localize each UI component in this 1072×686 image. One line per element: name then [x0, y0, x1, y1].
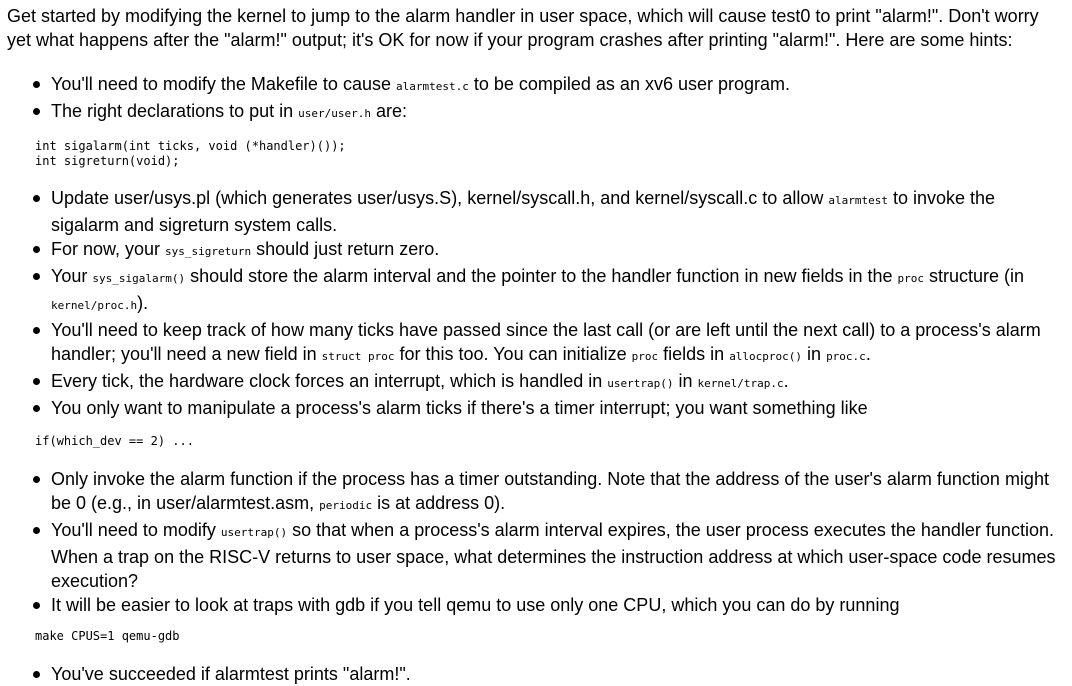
hint-sigalarm-fields: Your sys_sigalarm() should store the ala…	[33, 264, 1067, 318]
hint-declarations: The right declarations to put in user/us…	[33, 99, 1067, 126]
hint-text: Your	[51, 266, 93, 286]
hint-text: .	[783, 371, 789, 391]
inline-code: kernel/proc.h	[51, 299, 138, 312]
hint-text: You only want to manipulate a process's …	[51, 398, 868, 418]
hint-text: For now, your	[51, 239, 166, 259]
hint-text: ).	[137, 293, 149, 313]
inline-code: user/user.h	[298, 107, 371, 120]
hint-sigreturn-zero: For now, your sys_sigreturn should just …	[33, 237, 1067, 264]
hints-list-continued: Update user/usys.pl (which generates use…	[7, 186, 1067, 420]
hint-text: for this too. You can initialize	[394, 344, 632, 364]
hint-text: It will be easier to look at traps with …	[51, 595, 900, 615]
inline-code: allocproc()	[729, 350, 803, 363]
hint-invoke-alarm: Only invoke the alarm function if the pr…	[33, 467, 1067, 518]
hints-list: You'll need to modify the Makefile to ca…	[7, 72, 1067, 126]
inline-code: proc	[897, 272, 925, 285]
hint-update-usys: Update user/usys.pl (which generates use…	[33, 186, 1067, 237]
hint-success: You've succeeded if alarmtest prints "al…	[33, 662, 1067, 686]
hint-text: in	[673, 371, 698, 391]
inline-code: proc.c	[826, 350, 866, 363]
hint-text: You'll need to modify the Makefile to ca…	[51, 74, 396, 94]
hint-text: Only invoke the alarm function if the pr…	[51, 469, 1049, 513]
inline-code: usertrap()	[220, 526, 288, 539]
inline-code: sys_sigalarm()	[92, 272, 186, 285]
hint-text: You'll need to modify	[51, 520, 221, 540]
inline-code: periodic	[319, 499, 373, 512]
hint-text: The right declarations to put in	[51, 101, 299, 121]
hint-text: in	[802, 344, 827, 364]
hint-modify-usertrap: You'll need to modify usertrap() so that…	[33, 518, 1067, 593]
hint-text: Every tick, the hardware clock forces an…	[51, 371, 608, 391]
hint-gdb-one-cpu: It will be easier to look at traps with …	[33, 593, 1067, 617]
hint-text: structure (in	[924, 266, 1025, 286]
hint-timer-interrupt: You only want to manipulate a process's …	[33, 396, 1067, 420]
inline-code: sys_sigreturn	[165, 245, 252, 258]
hint-text: should store the alarm interval and the …	[185, 266, 898, 286]
hint-text: fields in	[658, 344, 730, 364]
make-code-block: make CPUS=1 qemu-gdb	[35, 629, 180, 643]
hint-text: Update user/usys.pl (which generates use…	[51, 188, 829, 208]
inline-code: alarmtest.c	[395, 80, 469, 93]
hint-text: to be compiled as an xv6 user program.	[468, 74, 791, 94]
hint-text: .	[865, 344, 871, 364]
hint-text: should just return zero.	[251, 239, 440, 259]
hint-track-ticks: You'll need to keep track of how many ti…	[33, 318, 1067, 369]
inline-code: alarmtest	[828, 194, 888, 207]
intro-paragraph: Get started by modifying the kernel to j…	[7, 6, 1039, 50]
inline-code: usertrap()	[607, 377, 674, 390]
hints-list-continued-2: Only invoke the alarm function if the pr…	[7, 467, 1067, 617]
inline-code: struct proc	[321, 350, 395, 363]
hint-text: is at address 0).	[372, 493, 506, 513]
hint-every-tick: Every tick, the hardware clock forces an…	[33, 369, 1067, 396]
hint-text: You've succeeded if alarmtest prints "al…	[51, 664, 411, 684]
hint-text: are:	[371, 101, 408, 121]
declarations-code-block: int sigalarm(int ticks, void (*handler)(…	[35, 139, 346, 168]
document-page: Get started by modifying the kernel to j…	[0, 0, 1067, 686]
inline-code: kernel/trap.c	[697, 377, 784, 390]
inline-code: proc	[631, 350, 659, 363]
which-dev-code-block: if(which_dev == 2) ...	[35, 434, 194, 448]
hints-list-final: You've succeeded if alarmtest prints "al…	[7, 662, 1067, 686]
hint-makefile: You'll need to modify the Makefile to ca…	[33, 72, 1067, 99]
